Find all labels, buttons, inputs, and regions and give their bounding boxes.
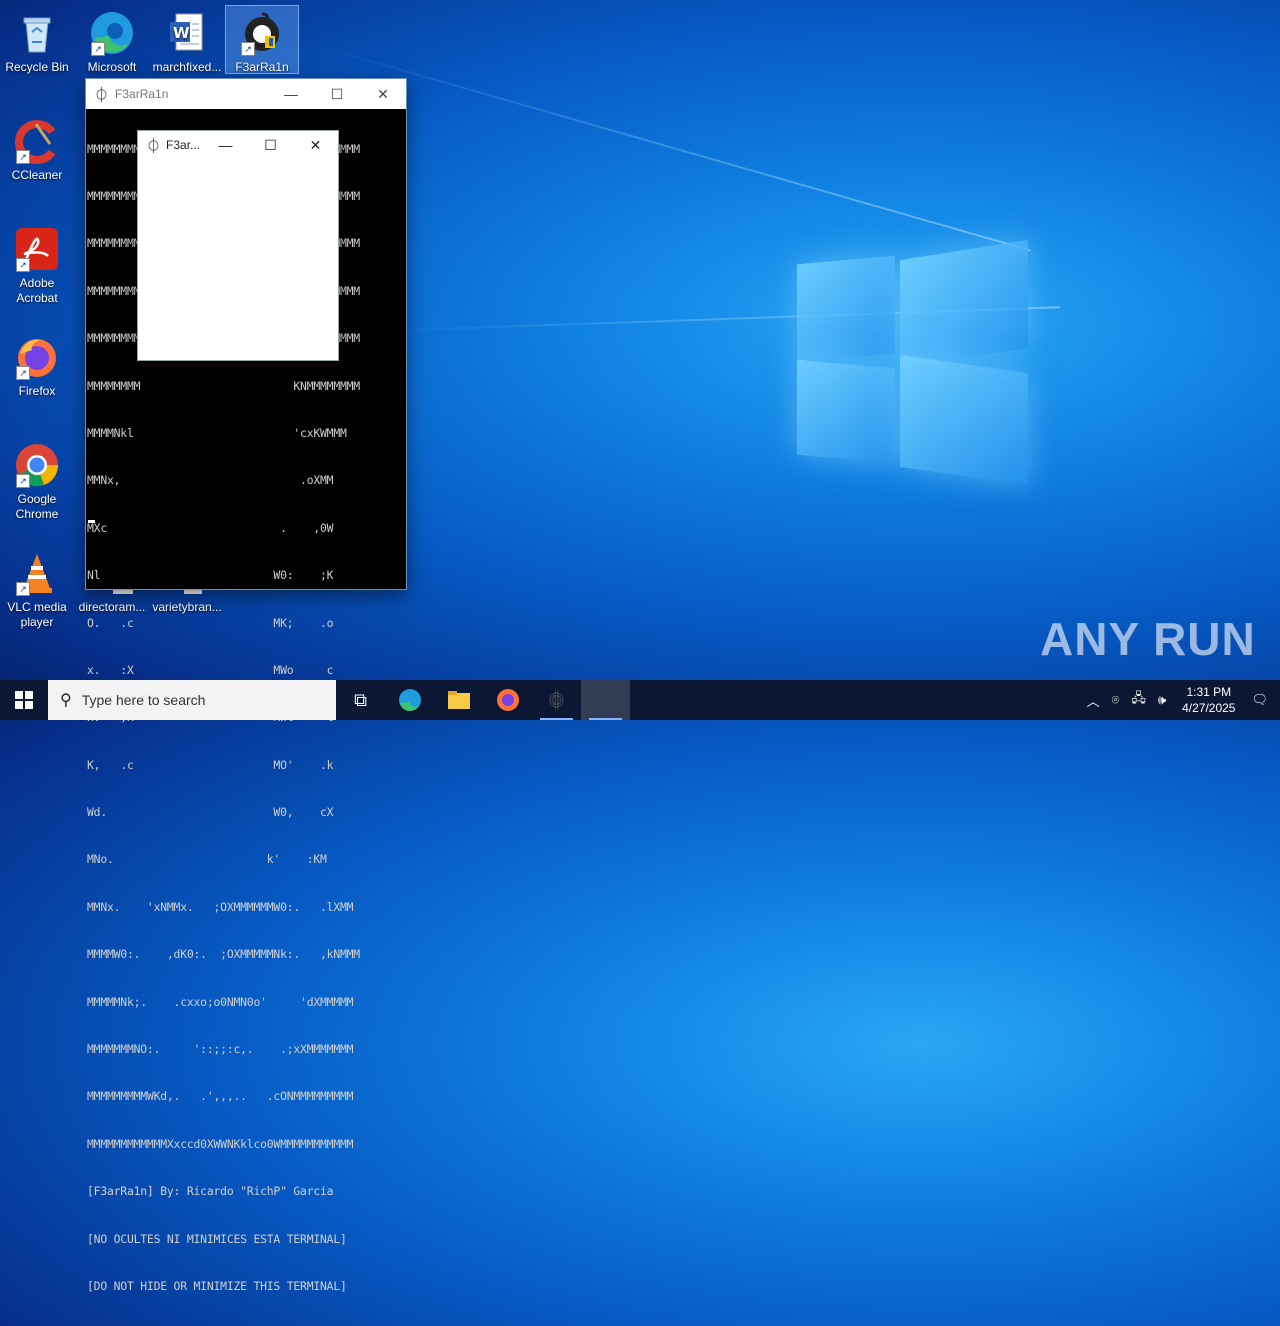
edge-icon [398, 689, 421, 712]
terminal-line: MMMMMMMM KNMMMMMMMM [87, 378, 360, 393]
desktop-icon-label: VLC media player [7, 600, 67, 629]
popup-title: F3ar... [166, 138, 201, 152]
desktop-icon-label: Microsoft Edge [87, 60, 137, 74]
terminal-line: Wd. W0, cX [87, 805, 334, 820]
terminal-line: MMNx. 'xNMMx. ;OXMMMMMMW0:. .lXMM [87, 899, 354, 914]
meet-now-icon[interactable]: ⌾ [1112, 692, 1120, 708]
ccleaner-icon: ↗ [14, 118, 60, 164]
clock-time: 1:31 PM [1186, 685, 1232, 699]
volume-icon[interactable]: 🕪 [1158, 692, 1166, 708]
taskbar-file-explorer[interactable] [434, 680, 483, 720]
terminal-line: MMNx, .oXMM [87, 473, 334, 488]
folder-icon [447, 691, 470, 709]
terminal-line: [F3arRa1n] By: Ricardo "RichP" Garcia [87, 1184, 334, 1199]
desktop-icon-word-document[interactable]: W marchfixed... [151, 6, 223, 75]
terminal-line: K, .c MO' .k [87, 757, 334, 772]
f3arra1n-icon: ⏀ [547, 691, 566, 711]
search-icon: ⚲ [60, 692, 72, 709]
taskbar-firefox[interactable] [483, 680, 532, 720]
minimize-button[interactable]: — [268, 86, 314, 102]
desktop-icon-label: Adobe Acrobat [16, 276, 58, 305]
popup-window[interactable]: ⏀ F3ar... — ☐ ✕ [138, 131, 338, 360]
desktop-icon-vlc[interactable]: ↗ VLC media player [1, 546, 73, 630]
wallpaper-light-beam [299, 40, 1031, 252]
acrobat-icon: ↗ [14, 226, 60, 272]
taskbar-edge[interactable] [385, 680, 434, 720]
desktop-icon-adobe-acrobat[interactable]: ↗ Adobe Acrobat [1, 222, 73, 306]
desktop-icon-label: CCleaner [11, 168, 63, 182]
minimize-button[interactable]: — [203, 137, 248, 153]
vlc-icon: ↗ [14, 550, 60, 596]
system-tray: ︿ ⌾ 🖧 🕪 1:31 PM 4/27/2025 🗨 [1081, 680, 1280, 720]
task-view-icon: ⧉ [354, 689, 367, 710]
desktop-icon-recycle-bin[interactable]: Recycle Bin [1, 6, 73, 75]
notifications-icon[interactable]: 🗨 [1251, 692, 1268, 708]
desktop-icon-firefox[interactable]: ↗ Firefox [1, 330, 73, 399]
terminal-line: Nl W0: ;K [87, 568, 334, 583]
terminal-line: MMMMMMMMMWKd,. .',,,.. .cONMMMMMMMMM [87, 1089, 354, 1104]
terminal-line: MMMMNkl 'cxKWMMM [87, 425, 347, 440]
taskbar-f3arra1n-window[interactable] [581, 680, 630, 720]
f3arra1n-icon: ⏀ [146, 137, 162, 155]
terminal-line: MMMMMNk;. .cxxo;o0NMN0o' 'dXMMMMM [87, 994, 354, 1009]
close-button[interactable]: ✕ [293, 137, 338, 154]
desktop-icon-f3arra1n[interactable]: ↗ F3arRa1n [225, 5, 299, 74]
taskbar-f3arra1n[interactable]: ⏀ [532, 680, 581, 720]
taskbar: ⚲ Type here to search ⧉ ⏀ ︿ ⌾ 🖧 🕪 1:31 P… [0, 680, 1280, 720]
clock[interactable]: 1:31 PM 4/27/2025 [1182, 684, 1235, 716]
desktop-icon-label: Recycle Bin [5, 60, 69, 74]
console-title: F3arRa1n [115, 87, 169, 101]
maximize-button[interactable]: ☐ [314, 86, 360, 103]
chevron-up-icon[interactable]: ︿ [1087, 691, 1100, 710]
terminal-cursor [88, 520, 95, 523]
popup-titlebar[interactable]: ⏀ F3ar... — ☐ ✕ [138, 131, 338, 159]
windows-wallpaper-logo [795, 239, 1030, 485]
f3arra1n-icon: ↗ [239, 10, 285, 56]
start-button[interactable] [0, 680, 48, 720]
taskbar-search-box[interactable]: ⚲ Type here to search [48, 680, 336, 720]
maximize-button[interactable]: ☐ [248, 137, 293, 154]
desktop-icon-label: Firefox [18, 384, 56, 398]
terminal-line: MXc . ,0W [87, 520, 334, 535]
recycle-bin-icon [14, 10, 60, 56]
close-button[interactable]: ✕ [360, 86, 406, 103]
windows-logo-icon [15, 691, 33, 709]
terminal-line: [DO NOT HIDE OR MINIMIZE THIS TERMINAL] [87, 1278, 347, 1293]
edge-icon: ↗ [89, 10, 135, 56]
f3arra1n-icon: ⏀ [94, 86, 110, 104]
network-icon[interactable]: 🖧 [1131, 689, 1146, 711]
desktop-icon-label: F3arRa1n [235, 60, 289, 74]
svg-text:W: W [173, 24, 190, 42]
anyrun-watermark: ANY RUN [1040, 613, 1256, 665]
terminal-line: x. :X MWo c [87, 662, 334, 677]
desktop-icon-google-chrome[interactable]: ↗ Google Chrome [1, 438, 73, 522]
desktop-icon-label: Google Chrome [15, 492, 59, 521]
clock-date: 4/27/2025 [1182, 701, 1236, 715]
desktop-icon-label: marchfixed... [152, 60, 222, 74]
terminal-line: MMMMMMMMMMMMXxccd0XWWNKklco0WMMMMMMMMMMM [87, 1136, 354, 1151]
terminal-line: O. .c MK; .o [87, 615, 334, 630]
task-view-button[interactable]: ⧉ [336, 680, 385, 720]
terminal-line: [NO OCULTES NI MINIMICES ESTA TERMINAL] [87, 1231, 347, 1246]
desktop-icon-edge[interactable]: ↗ Microsoft Edge [76, 6, 148, 75]
firefox-icon: ↗ [14, 334, 60, 380]
terminal-line: MNo. k' :KM [87, 852, 327, 867]
chrome-icon: ↗ [14, 442, 60, 488]
search-placeholder: Type here to search [81, 692, 206, 708]
firefox-icon [496, 689, 519, 711]
terminal-line: MMMMW0:. ,dK0:. ;OXMMMMMNk:. ,kNMMM [87, 947, 360, 962]
terminal-line: MMMMMMMNO:. '::;;:c,. .;xXMMMMMMM [87, 1042, 354, 1057]
console-titlebar[interactable]: ⏀ F3arRa1n — ☐ ✕ [86, 79, 406, 109]
word-document-icon: W [164, 10, 210, 56]
desktop-icon-ccleaner[interactable]: ↗ CCleaner [1, 114, 73, 183]
